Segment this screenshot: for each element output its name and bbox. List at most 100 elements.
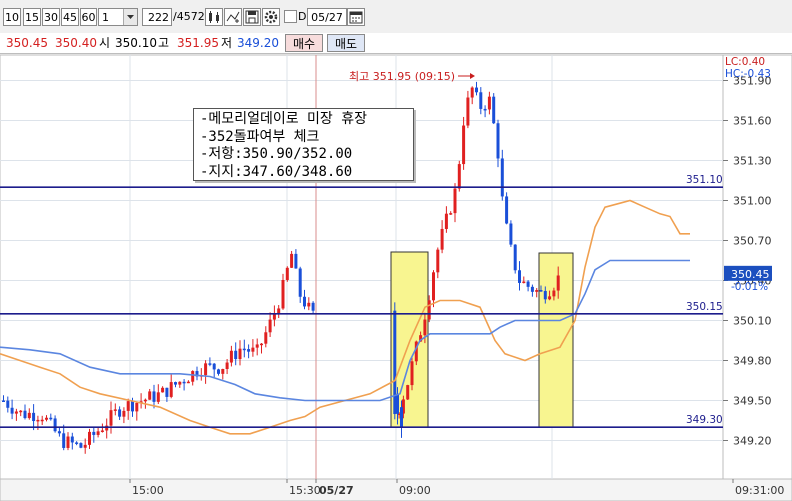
candle	[186, 381, 190, 384]
candle	[449, 213, 453, 215]
candle	[19, 410, 23, 413]
candle	[479, 92, 483, 109]
chart-toolbar: 10 15 30 45 60 1 222 /4572 D 05/27	[0, 0, 792, 34]
candle	[70, 436, 74, 443]
candle	[118, 409, 122, 417]
candle	[406, 385, 410, 400]
multiplier-value: 1	[102, 11, 109, 24]
open-price: 350.10	[115, 36, 157, 50]
x-tick-label: 15:30	[289, 484, 321, 497]
candle	[191, 371, 195, 382]
candle	[131, 401, 134, 412]
candle	[174, 382, 177, 385]
calendar-icon[interactable]	[347, 8, 365, 26]
candle	[62, 433, 66, 448]
high-annotation: 최고 351.95 (09:15)	[349, 70, 455, 83]
y-tick-label: 350.70	[733, 235, 772, 248]
lc-label: LC:0.40	[725, 56, 765, 68]
candle	[500, 158, 504, 197]
candle	[40, 419, 44, 422]
highlight-box	[538, 252, 574, 428]
candle	[505, 196, 509, 224]
candle	[440, 228, 444, 250]
y-tick-label: 351.60	[733, 115, 772, 128]
level-line-label: 349.30	[686, 414, 723, 426]
gear-icon[interactable]	[262, 8, 280, 26]
candle	[122, 410, 126, 417]
candle	[475, 87, 478, 93]
candle	[466, 97, 470, 126]
candle	[260, 343, 263, 346]
candle	[92, 431, 96, 435]
candle	[225, 362, 229, 370]
candle	[513, 244, 517, 271]
save-icon[interactable]	[243, 8, 261, 26]
candle	[444, 213, 448, 229]
line-tool-icon[interactable]	[224, 8, 242, 26]
candle	[242, 348, 246, 351]
count-input[interactable]: 222	[142, 8, 172, 26]
candle	[212, 363, 216, 370]
high-label: 고	[158, 36, 170, 50]
total-count: /4572	[173, 10, 205, 23]
candle	[169, 382, 173, 397]
candle	[109, 410, 113, 426]
candle	[281, 279, 285, 309]
candle	[436, 249, 440, 273]
candle	[152, 391, 156, 402]
candle	[492, 96, 496, 124]
candle	[539, 290, 543, 292]
multiplier-select[interactable]: 1	[98, 8, 138, 26]
candle	[6, 400, 10, 408]
candle	[208, 363, 212, 365]
candle	[143, 399, 147, 402]
candle	[36, 419, 40, 422]
sell-button[interactable]: 매도	[327, 34, 365, 52]
candle	[217, 369, 220, 374]
candle-type-icon[interactable]	[205, 8, 223, 26]
candle	[393, 310, 397, 415]
candle	[156, 392, 160, 402]
candle	[83, 444, 87, 448]
low-price: 349.20	[237, 36, 279, 50]
buy-button[interactable]: 매수	[285, 34, 323, 52]
y-tick-label: 349.80	[733, 355, 772, 368]
memo-line: -저항:350.90/352.00	[200, 146, 353, 162]
candle	[247, 349, 251, 352]
prev-price: 350.40	[55, 36, 97, 50]
candle	[277, 308, 281, 314]
candle	[264, 332, 268, 344]
date-checkbox-label: D	[298, 10, 307, 23]
low-label: 저	[221, 36, 233, 50]
candle	[96, 431, 100, 435]
candle	[161, 387, 165, 393]
candle	[148, 391, 152, 400]
interval-button-15[interactable]: 15	[23, 8, 41, 26]
level-line-label: 350.15	[686, 301, 723, 313]
interval-button-45[interactable]: 45	[61, 8, 79, 26]
candle	[522, 281, 526, 284]
candle	[509, 223, 513, 245]
candle	[311, 302, 315, 311]
y-tick-label: 351.30	[733, 155, 772, 168]
date-input[interactable]: 05/27	[307, 8, 347, 26]
candle	[307, 302, 311, 307]
current-price-label: 350.45	[731, 268, 770, 281]
high-price: 351.95	[177, 36, 219, 50]
candle	[27, 412, 31, 419]
candle	[234, 350, 238, 360]
candle	[10, 407, 14, 414]
interval-button-10[interactable]: 10	[3, 8, 21, 26]
memo-box[interactable]: -메모리얼데이로 미장 휴장 -352돌파여부 체크 -저항:350.90/352.…	[193, 108, 414, 181]
candle	[23, 410, 27, 419]
memo-line: -352돌파여부 체크	[200, 128, 320, 145]
candle	[496, 123, 500, 159]
interval-button-30[interactable]: 30	[42, 8, 60, 26]
candle	[518, 270, 521, 283]
candle	[470, 87, 474, 98]
interval-button-60[interactable]: 60	[80, 8, 97, 26]
candle	[487, 96, 491, 110]
date-checkbox[interactable]	[284, 10, 297, 23]
candle	[483, 108, 487, 111]
quote-bar: 350.45 350.40 시 350.10 고 351.95 저 349.20…	[0, 33, 792, 54]
